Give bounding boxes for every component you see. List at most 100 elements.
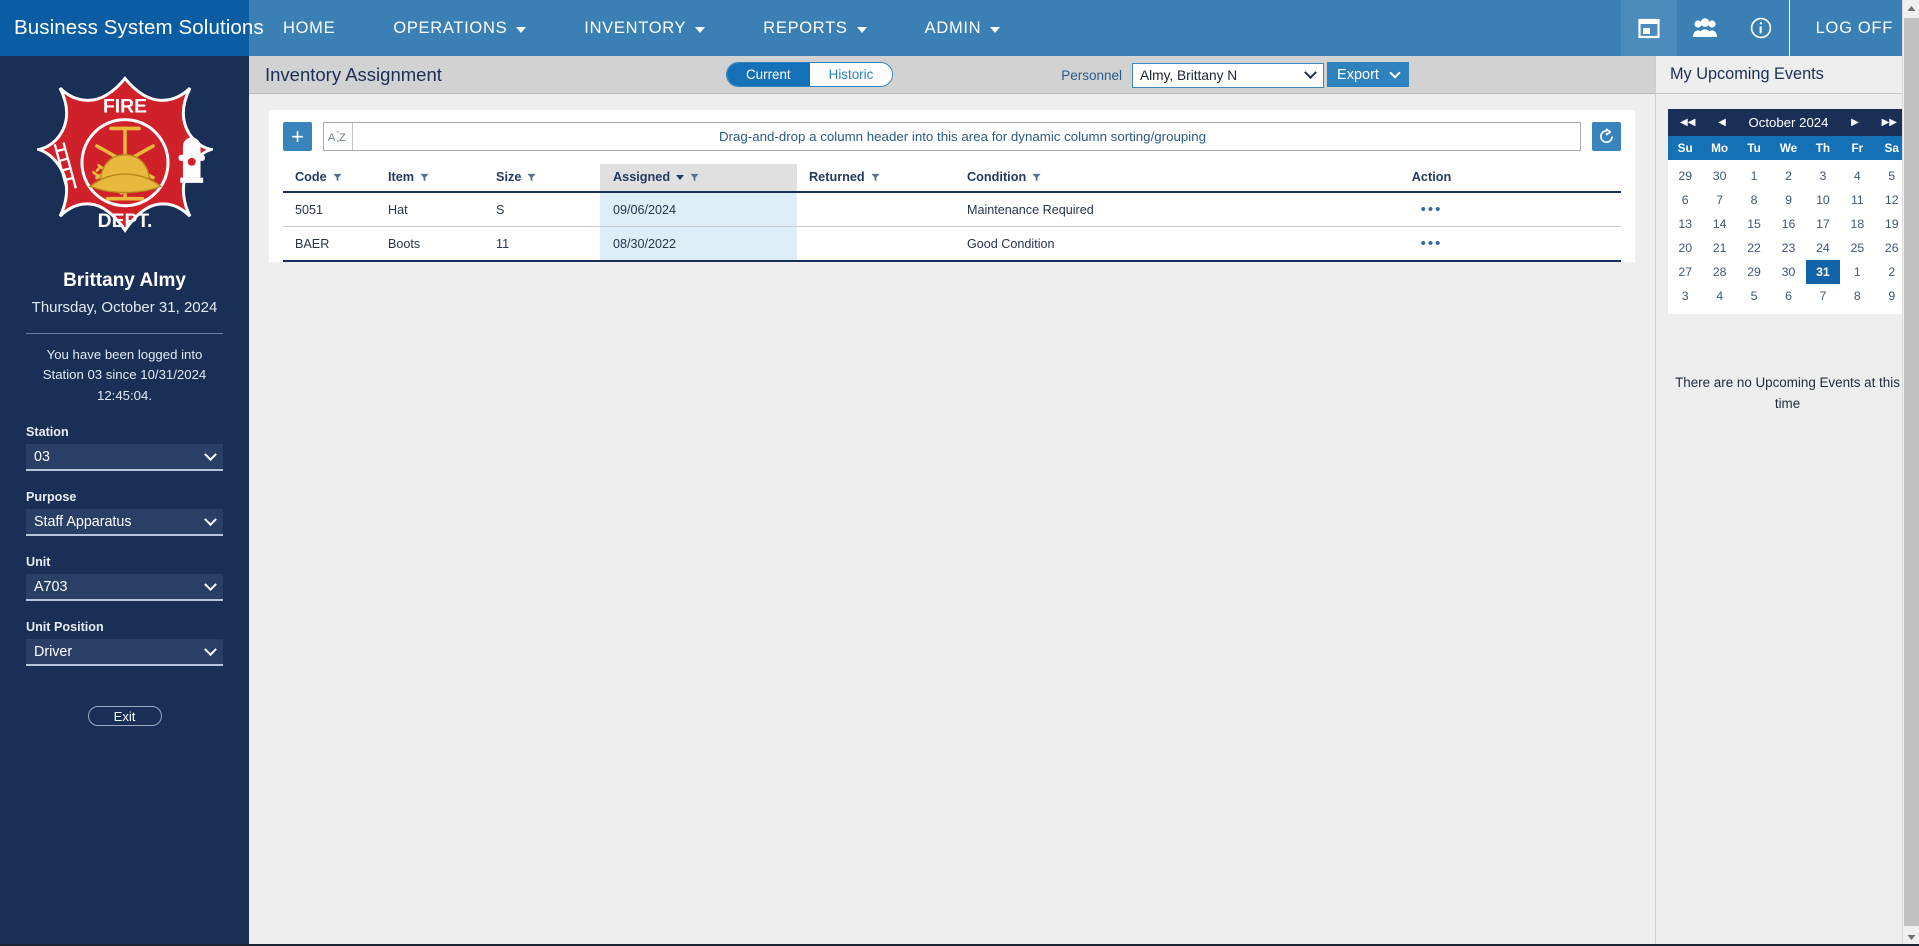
add-record-button[interactable]: + bbox=[283, 122, 312, 151]
calendar-day[interactable]: 17 bbox=[1806, 212, 1840, 236]
nav-item-home[interactable]: HOME bbox=[249, 0, 364, 56]
calendar-prev-year-button[interactable]: ◀◀ bbox=[1680, 117, 1695, 128]
filter-icon[interactable] bbox=[333, 173, 342, 182]
field-dropdown[interactable]: Staff Apparatus bbox=[26, 509, 223, 537]
calendar-day[interactable]: 2 bbox=[1771, 164, 1805, 188]
calendar-day[interactable]: 16 bbox=[1771, 212, 1805, 236]
calendar-day[interactable]: 10 bbox=[1806, 188, 1840, 212]
column-header-returned[interactable]: Returned bbox=[797, 164, 955, 193]
calendar-day[interactable]: 27 bbox=[1668, 260, 1702, 284]
calendar-day[interactable]: 30 bbox=[1702, 164, 1736, 188]
weekday-fr: Fr bbox=[1851, 141, 1864, 155]
field-dropdown[interactable]: 03 bbox=[26, 444, 223, 472]
calendar-next-year-button[interactable]: ▶▶ bbox=[1882, 117, 1897, 128]
calendar-day[interactable]: 30 bbox=[1771, 260, 1805, 284]
calendar-day[interactable]: 5 bbox=[1737, 284, 1771, 308]
group-drop-area[interactable]: A Z Drag-and-drop a column header into t… bbox=[323, 122, 1581, 151]
scrollbar-thumb[interactable] bbox=[1904, 18, 1919, 926]
calendar-day[interactable]: 22 bbox=[1737, 236, 1771, 260]
filter-icon[interactable] bbox=[420, 173, 429, 182]
toggle-current[interactable]: Current bbox=[727, 63, 810, 86]
column-header-condition[interactable]: Condition bbox=[955, 164, 1242, 193]
column-header-item[interactable]: Item bbox=[388, 164, 496, 193]
field-dropdown[interactable]: Driver bbox=[26, 639, 223, 667]
cell-action[interactable]: ••• bbox=[1242, 192, 1621, 227]
calendar-day[interactable]: 21 bbox=[1702, 236, 1736, 260]
calendar-day[interactable]: 20 bbox=[1668, 236, 1702, 260]
calendar-day[interactable]: 31 bbox=[1805, 260, 1841, 284]
calendar-day[interactable]: 25 bbox=[1840, 236, 1874, 260]
calendar-day[interactable]: 1 bbox=[1737, 164, 1771, 188]
table-body: 5051 Hat S 09/06/2024 Maintenance Required ••… bbox=[283, 192, 1621, 262]
calendar-day[interactable]: 4 bbox=[1840, 164, 1874, 188]
calendar-day[interactable]: 29 bbox=[1737, 260, 1771, 284]
exit-button[interactable]: Exit bbox=[87, 706, 162, 727]
calendar-day[interactable]: 8 bbox=[1840, 284, 1874, 308]
filter-icon[interactable] bbox=[1032, 173, 1041, 182]
page-scrollbar[interactable] bbox=[1902, 0, 1919, 946]
row-actions-button[interactable]: ••• bbox=[1421, 201, 1443, 218]
calendar-day[interactable]: 18 bbox=[1840, 212, 1874, 236]
calendar-icon-button[interactable] bbox=[1620, 0, 1677, 56]
toggle-historic[interactable]: Historic bbox=[809, 63, 893, 86]
field-dropdown[interactable]: A703 bbox=[26, 574, 223, 602]
calendar-day[interactable]: 24 bbox=[1806, 236, 1840, 260]
chevron-down-icon bbox=[856, 27, 867, 33]
sidebar-field-station: Station 03 bbox=[26, 425, 223, 472]
info-icon-button[interactable] bbox=[1733, 0, 1789, 56]
scroll-up-icon[interactable] bbox=[1903, 0, 1919, 17]
nav-item-admin[interactable]: ADMIN bbox=[896, 0, 1030, 56]
nav-item-operations[interactable]: OPERATIONS bbox=[364, 0, 555, 56]
table-row[interactable]: BAER Boots 11 08/30/2022 Good Condition ••• bbox=[283, 226, 1621, 262]
column-header-size[interactable]: Size bbox=[496, 164, 600, 193]
az-sort-icon: A Z bbox=[328, 130, 346, 144]
filter-icon[interactable] bbox=[690, 173, 699, 182]
top-nav-actions: LOG OFF bbox=[1620, 0, 1919, 56]
application-window: Business System Solutions HOME OPERATIONS… bbox=[0, 0, 1919, 946]
calendar-day[interactable]: 3 bbox=[1806, 164, 1840, 188]
calendar-day[interactable]: 14 bbox=[1702, 212, 1736, 236]
filter-icon[interactable] bbox=[871, 173, 880, 182]
people-icon-button[interactable] bbox=[1677, 0, 1733, 56]
calendar-day[interactable]: 7 bbox=[1806, 284, 1840, 308]
column-header-assigned[interactable]: Assigned bbox=[600, 164, 797, 193]
calendar-day[interactable]: 1 bbox=[1840, 260, 1874, 284]
table-row[interactable]: 5051 Hat S 09/06/2024 Maintenance Required ••… bbox=[283, 192, 1621, 227]
personnel-dropdown[interactable]: Almy, Brittany N bbox=[1132, 62, 1324, 88]
calendar-day[interactable]: 9 bbox=[1771, 188, 1805, 212]
calendar-day[interactable]: 3 bbox=[1668, 284, 1702, 308]
refresh-icon bbox=[1600, 128, 1613, 143]
chevron-down-icon bbox=[990, 27, 1001, 33]
sort-az-icon[interactable]: A Z bbox=[324, 123, 353, 150]
calendar-day[interactable]: 28 bbox=[1702, 260, 1736, 284]
chevron-down-icon bbox=[204, 513, 217, 526]
calendar-day[interactable]: 11 bbox=[1840, 188, 1874, 212]
calendar-day[interactable]: 7 bbox=[1702, 188, 1736, 212]
calendar-day[interactable]: 23 bbox=[1771, 236, 1805, 260]
calendar-day[interactable]: 4 bbox=[1702, 284, 1736, 308]
cell-action[interactable]: ••• bbox=[1242, 226, 1621, 262]
refresh-button[interactable] bbox=[1592, 122, 1621, 151]
cell-item: Boots bbox=[388, 226, 496, 262]
calendar-day[interactable]: 8 bbox=[1737, 188, 1771, 212]
column-header-action[interactable]: Action bbox=[1242, 164, 1621, 193]
logoff-button[interactable]: LOG OFF bbox=[1788, 0, 1919, 56]
svg-text:Z: Z bbox=[339, 132, 346, 144]
calendar-day[interactable]: 13 bbox=[1668, 212, 1702, 236]
cell-condition: Maintenance Required bbox=[955, 192, 1242, 227]
sort-desc-icon bbox=[676, 174, 685, 180]
cell-item: Hat bbox=[388, 192, 496, 227]
export-button[interactable]: Export bbox=[1327, 62, 1409, 87]
calendar-day[interactable]: 29 bbox=[1668, 164, 1702, 188]
filter-icon[interactable] bbox=[527, 173, 536, 182]
calendar-day[interactable]: 6 bbox=[1668, 188, 1702, 212]
row-actions-button[interactable]: ••• bbox=[1421, 235, 1443, 252]
calendar-next-month-button[interactable]: ▶ bbox=[1851, 117, 1859, 128]
column-header-code[interactable]: Code bbox=[283, 164, 388, 193]
calendar-prev-month-button[interactable]: ◀ bbox=[1718, 117, 1726, 128]
nav-item-reports[interactable]: REPORTS bbox=[734, 0, 895, 56]
calendar-day[interactable]: 15 bbox=[1737, 212, 1771, 236]
nav-item-inventory[interactable]: INVENTORY bbox=[555, 0, 734, 56]
brand-logo[interactable]: Business System Solutions bbox=[0, 0, 264, 56]
calendar-day[interactable]: 6 bbox=[1771, 284, 1805, 308]
